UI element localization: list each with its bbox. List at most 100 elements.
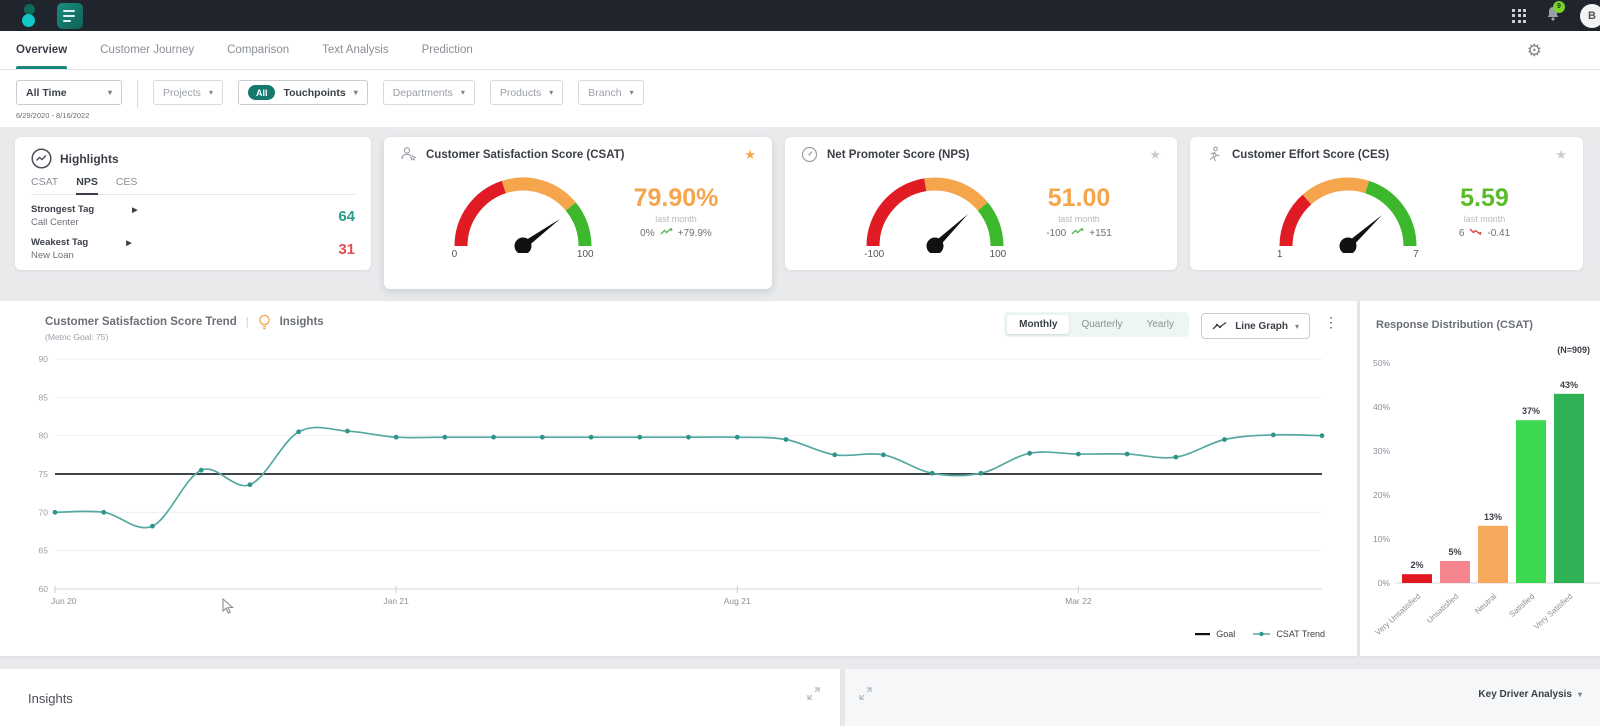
all-badge: All	[248, 85, 276, 100]
highlights-title: Highlights	[60, 152, 119, 166]
highlights-tab-ces[interactable]: CES	[116, 176, 138, 194]
svg-text:Jan 21: Jan 21	[383, 596, 409, 606]
more-options-icon[interactable]: ⋮	[1324, 314, 1338, 331]
range-segmented-control: Monthly Quarterly Yearly	[1004, 312, 1189, 337]
svg-text:75: 75	[39, 469, 49, 479]
highlight-row-weakest[interactable]: Weakest Tag ▶ New Loan 31	[31, 237, 355, 261]
departments-filter-dropdown[interactable]: Departments ▾	[383, 80, 475, 105]
user-avatar[interactable]: B	[1580, 4, 1600, 28]
nps-title: Net Promoter Score (NPS)	[827, 149, 970, 161]
divider	[137, 80, 138, 108]
svg-text:10%: 10%	[1373, 534, 1390, 544]
projects-filter-dropdown[interactable]: Projects ▾	[153, 80, 223, 105]
chevron-down-icon: ▾	[461, 88, 465, 97]
expand-icon[interactable]	[859, 687, 872, 700]
speedometer-icon	[801, 146, 818, 163]
highlight-row-strongest[interactable]: Strongest Tag ▶ Call Center 64	[31, 204, 355, 228]
svg-text:60: 60	[39, 584, 49, 594]
svg-text:65: 65	[39, 546, 49, 556]
highlights-tabs: CSAT NPS CES	[31, 176, 355, 195]
csat-trend-chart: 60657075808590Jun 20Jan 21Aug 21Mar 22	[0, 346, 1357, 638]
time-filter-dropdown[interactable]: All Time ▾	[16, 80, 122, 105]
weakest-tag-value: New Loan	[31, 250, 132, 261]
nav-tab-bar: Overview Customer Journey Comparison Tex…	[0, 31, 1600, 70]
chevron-down-icon: ▾	[209, 88, 213, 97]
trend-up-icon	[660, 227, 673, 239]
ces-value: 5.59	[1459, 184, 1510, 213]
gauge-max-label: 7	[1413, 249, 1419, 260]
nps-gauge	[850, 163, 1020, 258]
svg-text:43%: 43%	[1560, 380, 1578, 390]
csat-value: 79.90%	[634, 184, 719, 213]
notifications-button[interactable]: 9	[1546, 6, 1560, 26]
brand-logo-icon	[18, 2, 40, 29]
ces-card: Customer Effort Score (CES) ★ 1 7 5.59 l…	[1190, 137, 1583, 270]
goal-legend-swatch	[1195, 632, 1210, 636]
svg-text:20%: 20%	[1373, 490, 1390, 500]
runner-icon	[1206, 146, 1223, 163]
app-menu-button[interactable]	[57, 3, 83, 29]
chevron-down-icon: ▾	[108, 88, 112, 97]
graph-type-dropdown[interactable]: Line Graph ▾	[1201, 313, 1310, 339]
tab-prediction[interactable]: Prediction	[422, 31, 473, 69]
products-filter-dropdown[interactable]: Products ▾	[490, 80, 563, 105]
settings-gear-icon[interactable]: ⚙	[1527, 42, 1542, 59]
tab-comparison[interactable]: Comparison	[227, 31, 289, 69]
highlights-tab-nps[interactable]: NPS	[76, 176, 98, 195]
apps-grid-icon[interactable]	[1512, 9, 1526, 23]
filter-bar: All Time ▾ 6/29/2020 - 8/16/2022 Project…	[0, 70, 1600, 127]
person-star-icon	[400, 146, 417, 163]
branch-filter-dropdown[interactable]: Branch ▾	[578, 80, 643, 105]
svg-text:Satisfied: Satisfied	[1508, 592, 1537, 619]
svg-text:5%: 5%	[1448, 547, 1461, 557]
trend-up-icon	[1071, 227, 1084, 239]
highlights-tab-csat[interactable]: CSAT	[31, 176, 58, 194]
svg-text:50%: 50%	[1373, 358, 1390, 368]
favorite-star-icon[interactable]: ★	[744, 147, 756, 163]
svg-text:80: 80	[39, 431, 49, 441]
strongest-tag-score: 64	[338, 208, 355, 225]
svg-text:Neutral: Neutral	[1473, 592, 1498, 616]
csat-title: Customer Satisfaction Score (CSAT)	[426, 149, 625, 161]
period-label: last month	[1459, 214, 1510, 224]
date-range-label: 6/29/2020 - 8/16/2022	[16, 111, 122, 120]
favorite-star-icon[interactable]: ★	[1149, 147, 1161, 163]
response-distribution-panel: Response Distribution (CSAT) (N=909) 0%1…	[1360, 301, 1600, 656]
chart-legend: Goal CSAT Trend	[1195, 629, 1325, 639]
tab-customer-journey[interactable]: Customer Journey	[100, 31, 194, 69]
distribution-title: Response Distribution (CSAT)	[1376, 319, 1533, 331]
lightbulb-icon	[258, 314, 271, 330]
favorite-star-icon[interactable]: ★	[1555, 147, 1567, 163]
chevron-down-icon: ▾	[354, 88, 358, 97]
csat-gauge	[438, 163, 608, 258]
touchpoints-filter-dropdown[interactable]: All Touchpoints ▾	[238, 80, 368, 105]
nps-card: Net Promoter Score (NPS) ★ -100 100 51.0…	[785, 137, 1177, 270]
chevron-down-icon: ▾	[630, 88, 634, 97]
tab-overview[interactable]: Overview	[16, 31, 67, 69]
chevron-down-icon: ▾	[1295, 322, 1299, 331]
expand-icon[interactable]	[807, 687, 820, 700]
svg-text:Jun 20: Jun 20	[51, 596, 77, 606]
insights-panel: Insights	[0, 669, 840, 726]
svg-text:Mar 22: Mar 22	[1065, 596, 1092, 606]
range-monthly-button[interactable]: Monthly	[1007, 315, 1069, 334]
gauge-min-label: -100	[864, 249, 884, 260]
svg-text:85: 85	[39, 392, 49, 402]
chevron-down-icon: ▾	[1578, 690, 1582, 699]
svg-text:Aug 21: Aug 21	[724, 596, 751, 606]
range-yearly-button[interactable]: Yearly	[1135, 315, 1186, 334]
line-graph-icon	[1212, 321, 1228, 331]
key-driver-dropdown[interactable]: Key Driver Analysis ▾	[1478, 689, 1582, 700]
range-quarterly-button[interactable]: Quarterly	[1069, 315, 1134, 334]
insights-link[interactable]: Insights	[280, 316, 324, 328]
gauge-max-label: 100	[577, 249, 594, 260]
svg-text:37%: 37%	[1522, 406, 1540, 416]
divider: |	[246, 316, 249, 328]
insights-panel-title: Insights	[28, 691, 73, 706]
weakest-tag-score: 31	[338, 241, 355, 258]
tab-text-analysis[interactable]: Text Analysis	[322, 31, 388, 69]
svg-text:40%: 40%	[1373, 402, 1390, 412]
gauge-min-label: 0	[452, 249, 458, 260]
nps-value: 51.00	[1046, 184, 1112, 213]
ces-title: Customer Effort Score (CES)	[1232, 149, 1389, 161]
